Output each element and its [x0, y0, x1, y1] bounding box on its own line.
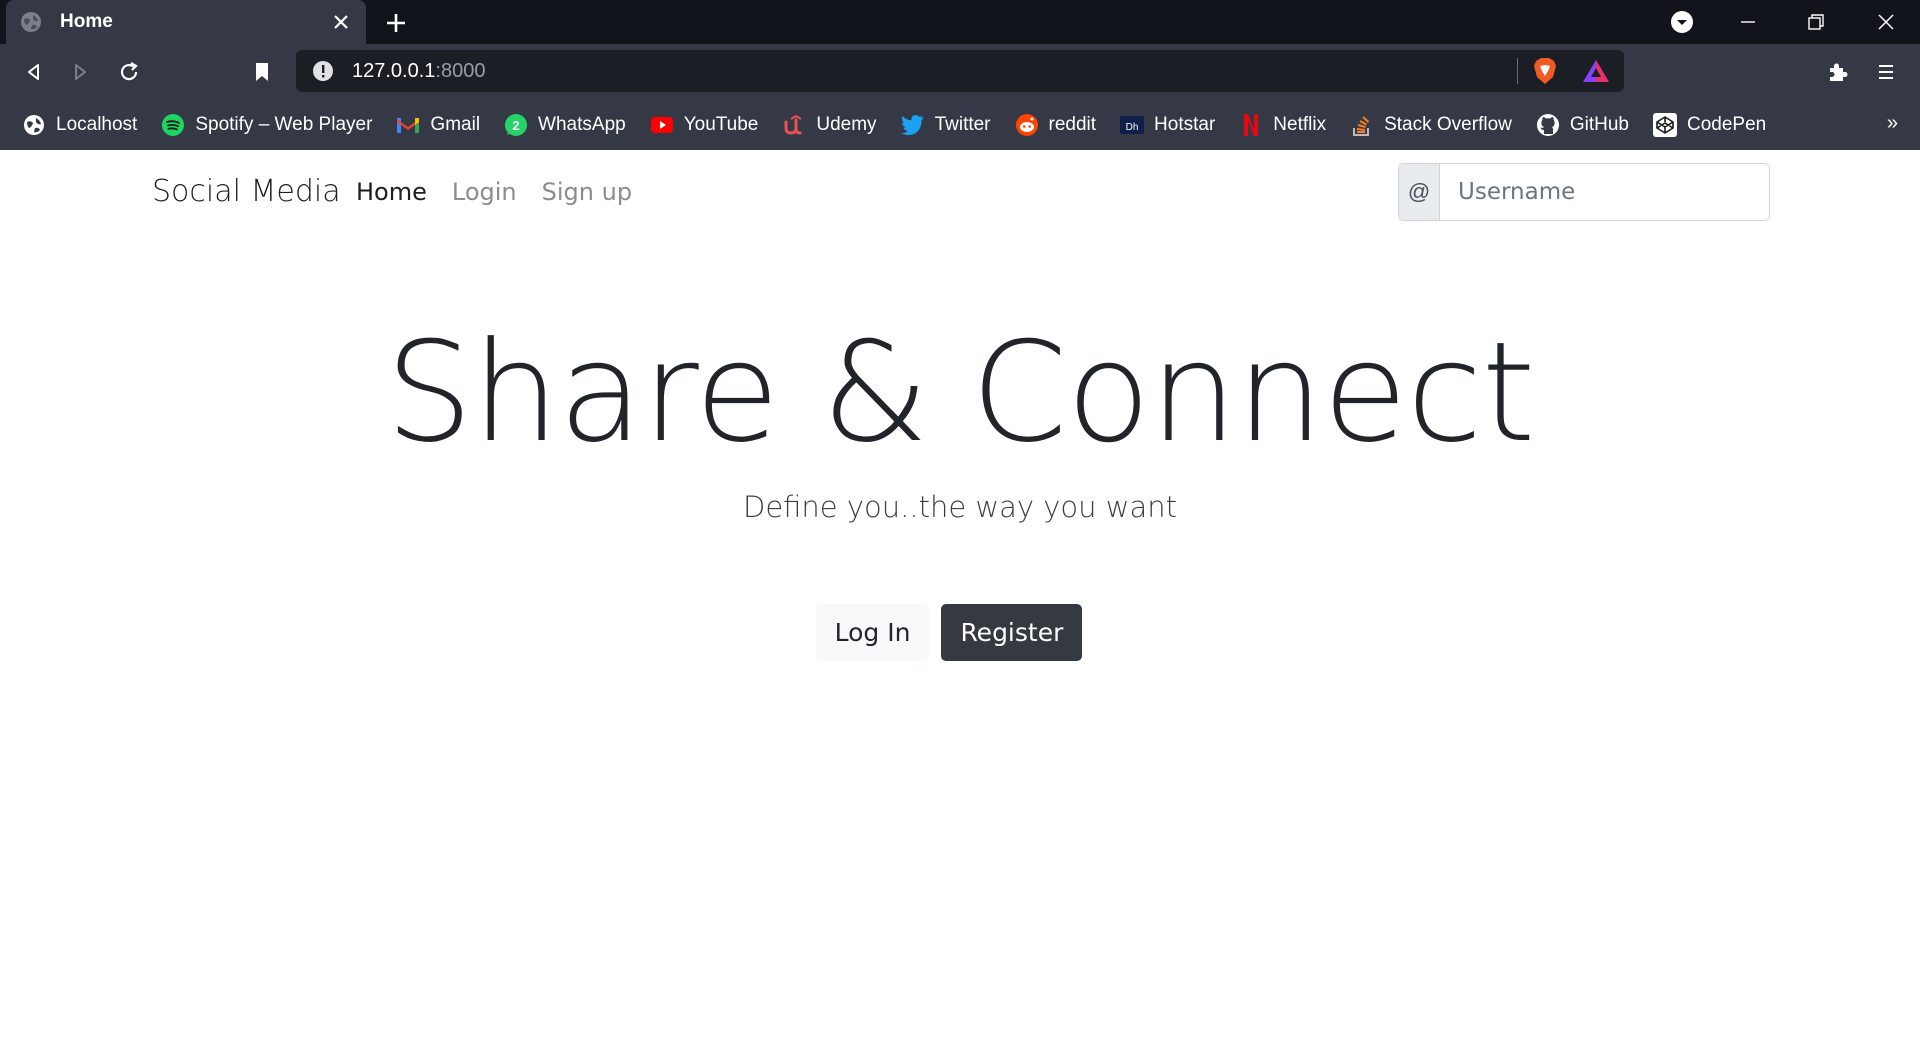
bookmark-label: CodePen: [1687, 114, 1767, 135]
bookmark-label: Gmail: [430, 114, 481, 135]
bookmark-stackoverflow[interactable]: Stack Overflow: [1350, 113, 1512, 137]
bookmark-label: Udemy: [816, 114, 877, 135]
stackoverflow-icon: [1350, 113, 1374, 137]
globe-icon: [20, 11, 42, 33]
url-port: :8000: [435, 59, 486, 82]
forward-button[interactable]: [64, 56, 96, 88]
reload-button[interactable]: [113, 56, 145, 88]
bookmark-twitter[interactable]: Twitter: [900, 113, 991, 137]
bookmarks-overflow-chevron-icon[interactable]: »: [1887, 112, 1898, 135]
bookmark-reddit[interactable]: reddit: [1015, 113, 1097, 137]
url-host: 127.0.0.1: [352, 59, 436, 82]
hero-subtitle: Define you..the way you want: [742, 490, 1178, 524]
bookmark-spotify[interactable]: Spotify – Web Player: [161, 113, 372, 137]
minimize-button[interactable]: [1733, 8, 1763, 36]
nav-link-login[interactable]: Login: [452, 178, 517, 206]
bookmark-label: Hotstar: [1154, 114, 1216, 135]
whatsapp-icon: 2: [504, 113, 528, 137]
register-button[interactable]: Register: [941, 604, 1083, 661]
back-button[interactable]: [18, 56, 50, 88]
youtube-icon: [650, 113, 674, 137]
nav-link-home[interactable]: Home: [356, 178, 427, 206]
bookmark-hotstar[interactable]: Dh Hotstar: [1120, 113, 1215, 137]
bookmark-label: Twitter: [934, 114, 991, 135]
github-icon: [1536, 113, 1560, 137]
hero-title: Share & Connect: [385, 312, 1535, 473]
bookmark-label: Localhost: [56, 114, 138, 135]
bookmarks-bar: Localhost Spotify – Web Player Gmail 2 W…: [0, 100, 1920, 150]
hero-buttons: Log In Register: [0, 604, 1920, 661]
bookmark-udemy[interactable]: Udemy: [782, 113, 877, 137]
at-sign-prefix: @: [1399, 164, 1440, 220]
close-window-button[interactable]: [1871, 8, 1901, 36]
bookmark-label: WhatsApp: [538, 114, 626, 135]
reddit-icon: [1015, 113, 1039, 137]
username-input-group: @: [1398, 163, 1770, 221]
bookmark-label: Spotify – Web Player: [195, 114, 373, 135]
hotstar-icon: Dh: [1120, 113, 1145, 137]
navbar-brand[interactable]: Social Media: [152, 174, 341, 209]
twitter-icon: [900, 113, 925, 137]
brave-shields-icon[interactable]: [1532, 57, 1558, 85]
bookmark-label: GitHub: [1569, 114, 1629, 135]
site-navbar: Social Media Home Login Sign up @: [0, 150, 1920, 234]
restore-button[interactable]: [1801, 8, 1831, 36]
divider: [1517, 58, 1518, 84]
svg-text:Dh: Dh: [1126, 122, 1139, 133]
globe-icon: [22, 113, 46, 137]
info-icon[interactable]: [312, 60, 334, 82]
login-button[interactable]: Log In: [815, 604, 930, 661]
browser-tab[interactable]: Home: [6, 0, 366, 44]
bookmark-label: Stack Overflow: [1384, 114, 1512, 135]
netflix-icon: [1239, 113, 1263, 137]
bookmark-label: YouTube: [683, 114, 759, 135]
navbar-links: Home Login Sign up: [356, 178, 657, 206]
tab-search-button[interactable]: [1667, 8, 1697, 36]
bookmark-whatsapp[interactable]: 2 WhatsApp: [504, 113, 626, 137]
url-text[interactable]: 127.0.0.1:8000: [352, 60, 1517, 83]
browser-titlebar: Home: [0, 0, 1920, 44]
extensions-icon[interactable]: [1822, 56, 1854, 88]
address-bar[interactable]: 127.0.0.1:8000: [296, 50, 1624, 92]
menu-icon[interactable]: [1870, 56, 1902, 88]
bookmark-icon[interactable]: [246, 56, 278, 88]
bookmark-github[interactable]: GitHub: [1536, 113, 1629, 137]
brave-rewards-icon[interactable]: [1582, 58, 1610, 84]
bookmark-netflix[interactable]: Netflix: [1239, 113, 1326, 137]
bookmark-label: reddit: [1048, 114, 1097, 135]
tab-title: Home: [60, 11, 113, 32]
bookmark-gmail[interactable]: Gmail: [396, 113, 480, 137]
bookmark-localhost[interactable]: Localhost: [22, 113, 137, 137]
spotify-icon: [161, 113, 185, 137]
username-input[interactable]: [1440, 164, 1769, 220]
bookmark-codepen[interactable]: CodePen: [1653, 113, 1766, 137]
close-icon[interactable]: [330, 11, 352, 33]
bookmark-label: Netflix: [1273, 114, 1327, 135]
udemy-icon: [782, 113, 806, 137]
whatsapp-badge: 2: [512, 118, 519, 133]
bookmark-youtube[interactable]: YouTube: [650, 113, 759, 137]
browser-toolbar: 127.0.0.1:8000: [0, 44, 1920, 100]
gmail-icon: [396, 113, 420, 137]
nav-link-signup[interactable]: Sign up: [542, 178, 632, 206]
codepen-icon: [1653, 113, 1677, 137]
new-tab-button[interactable]: [383, 10, 409, 36]
